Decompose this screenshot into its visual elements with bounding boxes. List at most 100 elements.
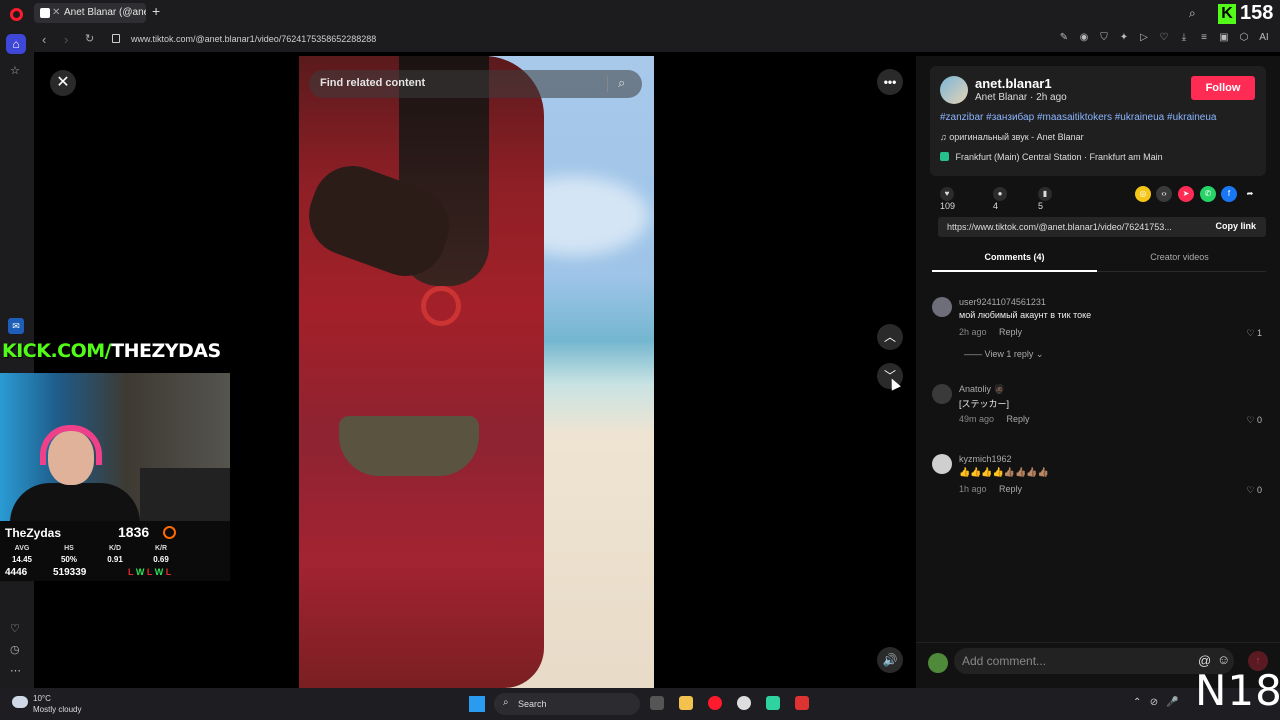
home-icon[interactable]: ⌂ bbox=[6, 34, 26, 54]
stat-value: 0.69 bbox=[153, 555, 169, 564]
windows-start-icon[interactable] bbox=[469, 696, 485, 712]
edit-icon[interactable]: ✎ bbox=[1058, 32, 1070, 43]
favorites-heart-icon[interactable]: ♡ bbox=[10, 622, 20, 635]
comment-user[interactable]: kyzmich1962 bbox=[959, 454, 1012, 464]
faceit-ac-icon[interactable] bbox=[795, 696, 809, 710]
save-action[interactable]: ▮5 bbox=[1038, 187, 1058, 211]
comment-like[interactable]: ♡ 1 bbox=[1246, 328, 1262, 339]
follow-button[interactable]: Follow bbox=[1191, 76, 1255, 100]
reply-button[interactable]: Reply bbox=[1007, 414, 1030, 424]
file-explorer-icon[interactable] bbox=[679, 696, 693, 710]
send-icon[interactable]: ➤ bbox=[1178, 186, 1194, 202]
comment-user[interactable]: user92411074561231 bbox=[959, 297, 1046, 307]
like-action[interactable]: ♥109 bbox=[940, 187, 960, 211]
tab-creator-videos[interactable]: Creator videos bbox=[1097, 252, 1262, 262]
toolbar-icons: ✎ ◉ ⛉ ✦ ▷ ♡ ⤓ ≡ ▣ ⬡ AI bbox=[1058, 32, 1270, 43]
menu-icon[interactable]: ≡ bbox=[1198, 32, 1210, 43]
share-arrow-icon[interactable]: ➦ bbox=[1242, 186, 1258, 202]
forward-icon[interactable]: › bbox=[64, 32, 68, 47]
close-icon[interactable]: ✕ bbox=[50, 70, 76, 96]
opera-logo-icon[interactable] bbox=[10, 8, 23, 21]
stat-value: 50% bbox=[60, 555, 77, 564]
opera-taskbar-icon[interactable] bbox=[708, 696, 722, 710]
stat-label: K/R bbox=[154, 545, 168, 552]
url-field[interactable]: www.tiktok.com/@anet.blanar1/video/76241… bbox=[131, 34, 376, 44]
more-options-icon[interactable]: ••• bbox=[877, 69, 903, 95]
avatar[interactable] bbox=[932, 384, 952, 404]
reply-button[interactable]: Reply bbox=[999, 484, 1022, 494]
tab-comments[interactable]: Comments (4) bbox=[932, 252, 1097, 262]
comment-like-count: 0 bbox=[1256, 415, 1262, 425]
search-icon: ⌕ bbox=[503, 697, 509, 708]
repost-icon[interactable]: ◎ bbox=[1135, 186, 1151, 202]
obs-icon[interactable] bbox=[737, 696, 751, 710]
sound-row[interactable]: ♫ оригинальный звук - Anet Blanar bbox=[940, 132, 1084, 142]
cam-body bbox=[10, 483, 140, 521]
weather-temp[interactable]: 10°C bbox=[33, 694, 51, 703]
download-icon[interactable]: ⤓ bbox=[1178, 32, 1190, 43]
shield-icon[interactable]: ⛉ bbox=[1098, 32, 1110, 43]
emoji-icon[interactable]: ☺ bbox=[1217, 652, 1230, 667]
browser-tab[interactable]: ✕ Anet Blanar (@anet.bl bbox=[34, 3, 146, 23]
messenger-icon[interactable]: ✉ bbox=[8, 318, 24, 334]
star-icon[interactable]: ☆ bbox=[10, 64, 20, 77]
result: L bbox=[165, 567, 172, 577]
tab-close-icon[interactable]: ✕ bbox=[52, 3, 60, 23]
search-icon[interactable]: ⌕ bbox=[618, 75, 625, 91]
whatsapp-icon[interactable]: ✆ bbox=[1200, 186, 1216, 202]
chevron-up-icon[interactable]: ︿ bbox=[877, 324, 903, 350]
elo-value: 1836 bbox=[118, 524, 150, 540]
stream-stats: TheZydas 1836 AVG 14.45 HS 50% K/D 0.91 … bbox=[0, 521, 230, 581]
avatar[interactable] bbox=[932, 454, 952, 474]
related-search-box[interactable]: Find related content ⌕ bbox=[309, 70, 642, 98]
play-icon[interactable]: ▷ bbox=[1138, 32, 1150, 43]
avatar[interactable] bbox=[932, 297, 952, 317]
avatar[interactable] bbox=[940, 76, 968, 104]
view-replies-button[interactable]: —— View 1 reply ⌄ bbox=[964, 349, 1043, 360]
facebook-icon[interactable]: f bbox=[1221, 186, 1237, 202]
reply-button[interactable]: Reply bbox=[999, 327, 1022, 337]
comment-user[interactable]: Anatoliy 🧔🏿 bbox=[959, 384, 1005, 395]
comment-input[interactable] bbox=[954, 648, 1234, 674]
cloud-icon[interactable] bbox=[12, 696, 28, 708]
copy-link-button[interactable]: Copy link bbox=[1215, 221, 1256, 231]
taskbar-search[interactable]: Search bbox=[494, 693, 640, 715]
comment-like-count: 0 bbox=[1256, 485, 1262, 495]
back-icon[interactable]: ‹ bbox=[42, 32, 46, 47]
comment-like[interactable]: ♡ 0 bbox=[1246, 485, 1262, 496]
system-tray[interactable]: ⌃ ⊘ 🎤 bbox=[1133, 697, 1179, 708]
comment-time: 2h ago bbox=[959, 327, 987, 337]
camera-icon[interactable]: ◉ bbox=[1078, 32, 1090, 43]
hashtags[interactable]: #zanzibar #занзибар #maasaitiktokers #uk… bbox=[940, 112, 1217, 123]
ai-button[interactable]: AI bbox=[1258, 32, 1270, 43]
comment-count: 4 bbox=[993, 201, 999, 211]
sound-name: оригинальный звук - Anet Blanar bbox=[949, 132, 1084, 142]
screen: ✕ Anet Blanar (@anet.bl + ⌕ K 158 ‹ › ↻ … bbox=[0, 0, 1280, 720]
extension-icon[interactable]: ✦ bbox=[1118, 32, 1130, 43]
profile-icon[interactable]: ▣ bbox=[1218, 32, 1230, 43]
heart-icon: ♥ bbox=[940, 187, 954, 201]
comment-like[interactable]: ♡ 0 bbox=[1246, 415, 1262, 426]
video-player[interactable]: Find related content ⌕ bbox=[299, 56, 654, 688]
tab-search-icon[interactable]: ⌕ bbox=[1189, 6, 1196, 21]
share-link[interactable]: https://www.tiktok.com/@anet.blanar1/vid… bbox=[947, 222, 1192, 232]
volume-icon[interactable]: 🔊 bbox=[877, 647, 903, 673]
heart-icon[interactable]: ♡ bbox=[1158, 32, 1170, 43]
comment-meta: 2h ago Reply bbox=[959, 327, 1022, 337]
location-name: Frankfurt (Main) Central Station · Frank… bbox=[955, 152, 1163, 162]
weather-condition[interactable]: Mostly cloudy bbox=[33, 705, 81, 714]
app-icon[interactable] bbox=[766, 696, 780, 710]
cube-icon[interactable]: ⬡ bbox=[1238, 32, 1250, 43]
task-view-icon[interactable] bbox=[650, 696, 664, 710]
embed-icon[interactable]: ‹› bbox=[1156, 186, 1172, 202]
taskbar: 10°C Mostly cloudy Search ⌕ ⌃ ⊘ 🎤 bbox=[0, 688, 1280, 720]
new-tab-icon[interactable]: + bbox=[152, 3, 160, 19]
stat-bottom-left: 4446 bbox=[5, 567, 28, 578]
more-icon[interactable]: ⋯ bbox=[10, 664, 21, 677]
history-icon[interactable]: ◷ bbox=[10, 643, 20, 656]
comment-action[interactable]: ●4 bbox=[993, 187, 1013, 211]
location-row[interactable]: Frankfurt (Main) Central Station · Frank… bbox=[940, 152, 1163, 162]
post-username[interactable]: anet.blanar1 bbox=[975, 76, 1052, 91]
details-panel: anet.blanar1 Anet Blanar · 2h ago Follow… bbox=[916, 56, 1280, 688]
reload-icon[interactable]: ↻ bbox=[85, 32, 94, 45]
